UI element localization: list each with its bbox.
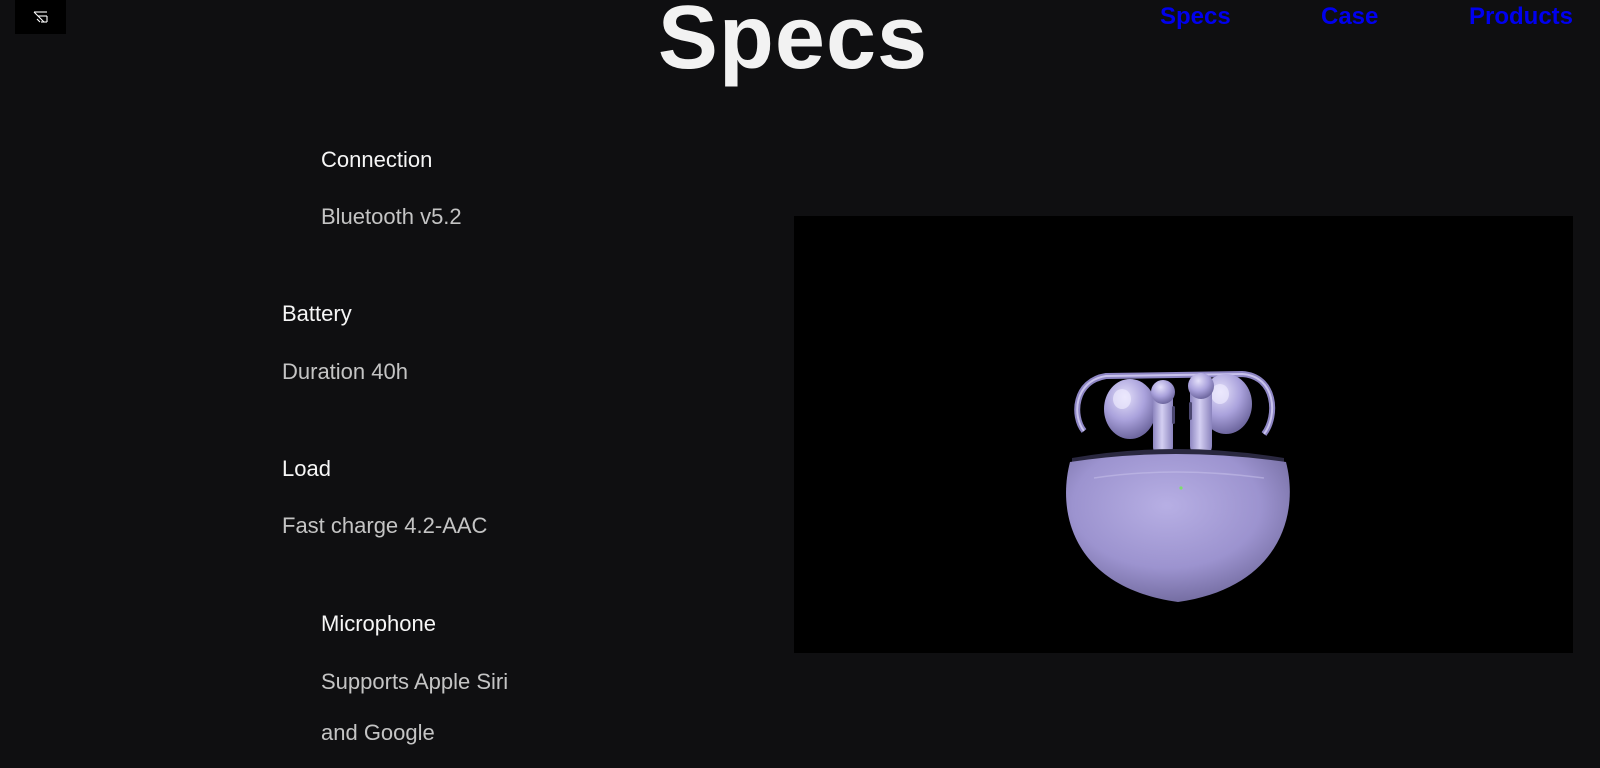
spec-heading-battery: Battery [282,301,352,326]
spec-heading-load: Load [282,456,331,481]
page: Specs Specs Case Products Connection Blu… [0,0,1600,768]
spec-heading-microphone: Microphone [321,611,436,636]
nav-link-specs[interactable]: Specs [1160,3,1231,31]
nav-link-case[interactable]: Case [1321,3,1378,31]
spec-value-load: Fast charge 4.2-AAC [282,513,488,538]
spec-value-battery: Duration 40h [282,359,408,384]
spec-value-connection: Bluetooth v5.2 [321,204,462,229]
spec-heading-connection: Connection [321,147,433,172]
earbuds-case-illustration [1066,370,1290,602]
product-image [794,216,1573,653]
spec-value-microphone-line-2: and Google [321,720,435,745]
nav-link-products[interactable]: Products [1469,3,1573,31]
spec-value-microphone-line-1: Supports Apple Siri [321,669,509,694]
